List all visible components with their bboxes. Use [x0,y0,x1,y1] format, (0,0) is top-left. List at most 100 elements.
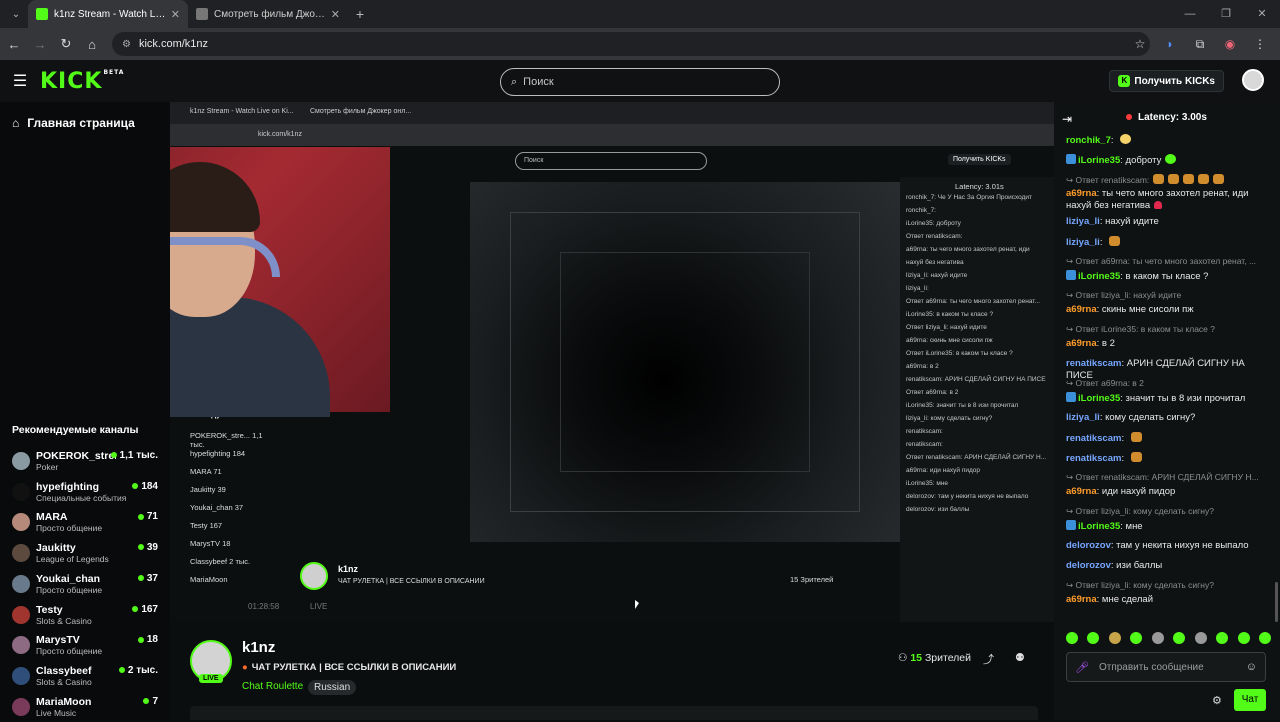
inner-chat-line: liziya_li: нахуй идите [906,272,968,279]
maximize-icon[interactable]: ❐ [1208,0,1244,28]
channel-name: POKEROK_stre... [36,450,116,462]
inner-chat: Latency: 3.01s ronchik_7: Че У Нас За Ор… [900,177,1054,622]
chat-username[interactable]: a69rna [1066,594,1097,605]
inner-streamer-avatar [300,562,328,590]
bookmark-star-icon[interactable]: ☆ [1130,32,1150,56]
inner-chat-line: Ответ a69rna: ты чего много захотел рена… [906,298,1040,305]
chat-send-button[interactable]: Чат [1234,689,1266,711]
chat-username[interactable]: liziya_li [1066,412,1100,423]
viewers-icon: ⚇ [898,652,908,664]
chat-text: там у некита нихуя не выпало [1116,540,1249,551]
inner-chat-line: renatikscam: [906,441,943,448]
chat-username[interactable]: iLorine35 [1078,271,1120,282]
reply-context: ↪ Ответ a69rna: ты чето много захотел ре… [1066,256,1266,267]
chat-username[interactable]: a69rna [1066,304,1097,315]
chat-username[interactable]: renatikscam [1066,453,1121,464]
inner-chat-line: delorozov: изи баллы [906,506,970,513]
emote-icon[interactable] [1087,632,1100,644]
emote-icon[interactable] [1194,632,1207,644]
emote-icon[interactable] [1130,632,1143,644]
sidebar-channel[interactable]: MarysTV Просто общение 18 [12,630,162,660]
kick-logo[interactable]: KICKBETA [40,69,124,94]
emote-icon [1130,452,1142,462]
emote-icon [1153,174,1165,184]
puzzle-icon[interactable]: ⧉ [1190,32,1210,56]
emote-icon[interactable] [1173,632,1186,644]
video-player[interactable]: k1nz Stream - Watch Live on Ki... Смотре… [170,102,1054,622]
chat-username[interactable]: iLorine35 [1078,393,1120,404]
chat-username[interactable]: delorozov [1066,540,1111,551]
mic-icon[interactable]: 🎤︎ [1075,661,1089,674]
share-icon[interactable]: ⤴ [983,651,994,667]
chat-username[interactable]: a69rna [1066,188,1097,199]
get-kicks-button[interactable]: K Получить KICKs [1109,70,1224,92]
chat-username[interactable]: ronchik_7 [1066,135,1111,146]
hamburger-icon[interactable]: ☰ [0,71,40,91]
minimize-icon[interactable]: — [1172,0,1208,28]
chat-username[interactable]: iLorine35 [1078,521,1120,532]
chat-input[interactable]: 🎤︎ Отправить сообщение ☺ [1066,652,1266,682]
sidebar-channel[interactable]: MariaMoon Live Music 7 [12,692,162,722]
close-tab-icon[interactable]: ✕ [171,8,180,21]
sidebar-channel[interactable]: Youkai_chan Просто общение 37 [12,569,162,599]
close-tab-icon[interactable]: ✕ [331,8,340,21]
viewer-label: Зрителей [924,652,972,664]
sidebar-channel[interactable]: Jaukitty League of Legends 39 [12,538,162,568]
emote-icon[interactable] [1258,632,1271,644]
arrow-right-icon[interactable]: → [28,37,52,52]
search-input[interactable]: ⌕ Поиск [500,68,780,96]
emote-icon[interactable] [1151,632,1164,644]
sidebar-item-home[interactable]: ⌂ Главная страница [12,116,135,130]
chat-username[interactable]: renatikscam [1066,433,1121,444]
chat-message: iLorine35: значит ты в 8 изи прочитал [1066,392,1266,405]
inner-chat-line: a69rna: иди нахуй пидор [906,467,981,474]
sidebar-channel[interactable]: Classybeef Slots & Casino 2 тыс. [12,661,162,691]
emote-icon [1168,174,1180,184]
channel-category: Специальные события [36,492,127,503]
smile-icon[interactable]: ☺ [1246,661,1257,673]
new-tab-icon[interactable]: + [348,6,372,22]
arrow-left-icon[interactable]: ← [2,37,26,52]
home-icon[interactable]: ⌂ [80,37,104,52]
collapse-chat-icon[interactable]: ⇥ [1062,112,1072,126]
category-link[interactable]: Chat Roulette [242,681,303,692]
site-info-icon[interactable]: ⚙ [122,39,131,50]
chat-username[interactable]: liziya_li [1066,216,1100,227]
emote-icon[interactable] [1066,632,1078,644]
chat-username[interactable]: a69rna [1066,338,1097,349]
chat-username[interactable]: a69rna [1066,486,1097,497]
sidebar-channel[interactable]: POKEROK_stre... Poker 1,1 тыс. [12,446,162,476]
chat-message: liziya_li: кому сделать сигну? [1066,412,1266,424]
fire-icon: ● [242,662,248,673]
emote-icon [1154,201,1163,209]
gear-icon[interactable]: ⚙ [1212,694,1222,707]
chat-username[interactable]: iLorine35 [1078,155,1120,166]
tab-search-icon[interactable]: ⌄ [4,4,28,24]
inner-chat-line: a69rna: ты чего много захотел ренат, иди [906,246,1030,253]
streamer-name[interactable]: k1nz [242,639,275,656]
sidebar-channel[interactable]: Testy Slots & Casino 167 [12,600,162,630]
chat-username[interactable]: liziya_li [1066,237,1100,248]
avatar[interactable] [1242,69,1264,91]
emote-icon[interactable] [1108,632,1121,644]
emote-icon [1165,154,1177,164]
chat-username[interactable]: delorozov [1066,560,1111,571]
tab-kick[interactable]: k1nz Stream - Watch Live on Kick ✕ [28,0,188,28]
chat-scrollbar[interactable] [1275,582,1278,622]
extension-icon[interactable]: ◗ [1160,32,1180,56]
user-plus-icon[interactable]: ⚉ [1015,651,1025,664]
close-window-icon[interactable]: ✕ [1244,0,1280,28]
emote-icon[interactable] [1216,632,1229,644]
reload-icon[interactable]: ↻ [54,36,78,52]
chat-username[interactable]: renatikscam [1066,358,1121,369]
language-tag[interactable]: Russian [308,680,357,695]
sidebar-channel[interactable]: MARA Просто общение 71 [12,507,162,537]
home-icon: ⌂ [12,116,20,130]
url-input[interactable]: ⚙ kick.com/k1nz [112,32,1150,56]
emote-icon[interactable] [1237,632,1250,644]
sidebar-channel[interactable]: hypefighting Специальные события 184 [12,477,162,507]
profile-icon[interactable]: ◉ [1220,32,1240,56]
chat-placeholder: Отправить сообщение [1098,661,1204,673]
tab-joker[interactable]: Смотреть фильм Джокер онлайн ✕ [188,0,348,28]
kebab-menu-icon[interactable]: ⋮ [1250,32,1270,56]
